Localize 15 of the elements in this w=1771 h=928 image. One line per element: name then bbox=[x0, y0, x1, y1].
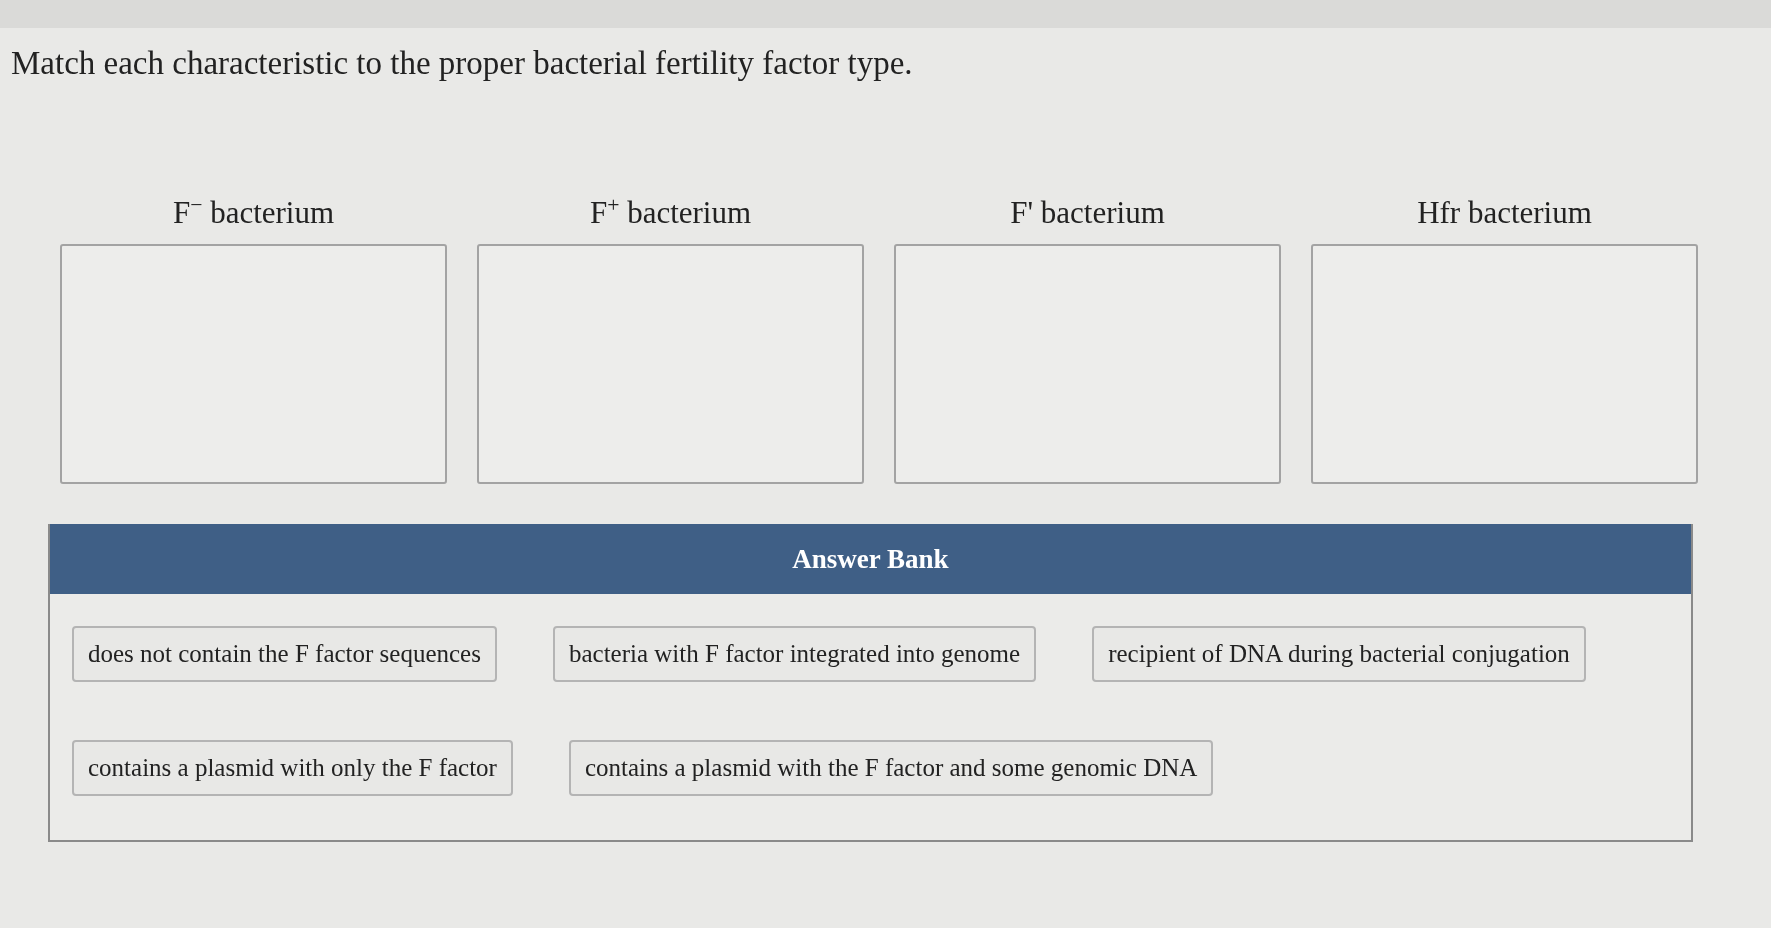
question-prompt: Match each characteristic to the proper bacterial fertility factor type. bbox=[11, 44, 913, 83]
drop-zone[interactable] bbox=[477, 244, 864, 484]
answer-tile[interactable]: contains a plasmid with the F factor and some genomic DNA bbox=[568, 740, 1214, 796]
drop-zone[interactable] bbox=[60, 244, 447, 484]
answer-tile[interactable]: recipient of DNA during bacterial conjugation bbox=[1092, 626, 1586, 682]
category-label: F$^{+}$ bacterium bbox=[589, 194, 752, 232]
category-label: Hfr bacterium bbox=[1417, 194, 1592, 232]
answer-tile[interactable]: does not contain the F factor sequences bbox=[72, 626, 497, 682]
category-label: F$^{−}$ bacterium bbox=[172, 194, 335, 232]
answer-tile[interactable]: contains a plasmid with only the F factor bbox=[72, 740, 513, 796]
category-label: F' bacterium bbox=[1010, 194, 1165, 232]
answer-bank-header: Answer Bank bbox=[50, 524, 1691, 594]
answer-tile[interactable]: bacteria with F factor integrated into genome bbox=[552, 626, 1037, 682]
drop-zone[interactable] bbox=[1311, 244, 1698, 484]
drop-zone[interactable] bbox=[894, 244, 1281, 484]
